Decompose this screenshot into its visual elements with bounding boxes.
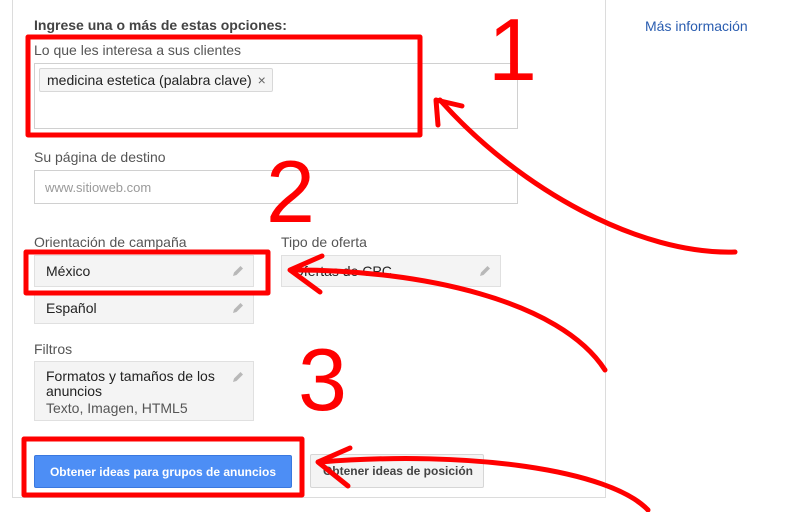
filters-label: Filtros [34,341,73,357]
get-ad-group-ideas-button[interactable]: Obtener ideas para grupos de anuncios [34,455,292,488]
chip-remove-icon[interactable]: × [258,68,266,92]
more-info-link[interactable]: Más información [645,18,748,34]
bid-type-value: Ofertas de CPC [293,263,392,279]
location-value: México [46,263,91,279]
form-heading: Ingrese una o más de estas opciones: [34,17,287,33]
edit-pencil-icon[interactable] [231,370,245,384]
keyword-input-box[interactable]: medicina estetica (palabra clave) × [34,63,518,129]
bid-type-label: Tipo de oferta [281,234,367,250]
edit-pencil-icon[interactable] [231,301,245,315]
language-field[interactable]: Español [34,292,254,324]
keyword-chip[interactable]: medicina estetica (palabra clave) × [39,68,273,92]
bid-type-field[interactable]: Ofertas de CPC [281,255,501,287]
keyword-chip-label: medicina estetica (palabra clave) [47,72,252,88]
get-placement-ideas-button[interactable]: Obtener ideas de posición [310,454,484,488]
edit-pencil-icon[interactable] [478,264,492,278]
interests-label: Lo que les interesa a sus clientes [34,42,242,58]
location-field[interactable]: México [34,255,254,287]
filters-value: Texto, Imagen, HTML5 [46,400,188,416]
landing-page-label: Su página de destino [34,149,166,165]
language-value: Español [46,300,97,316]
filters-title: Formatos y tamaños de los anuncios [46,368,215,399]
edit-pencil-icon[interactable] [231,264,245,278]
filters-field[interactable]: Formatos y tamaños de los anuncios Texto… [34,361,254,421]
landing-page-input[interactable] [34,170,518,204]
targeting-label: Orientación de campaña [34,234,187,250]
